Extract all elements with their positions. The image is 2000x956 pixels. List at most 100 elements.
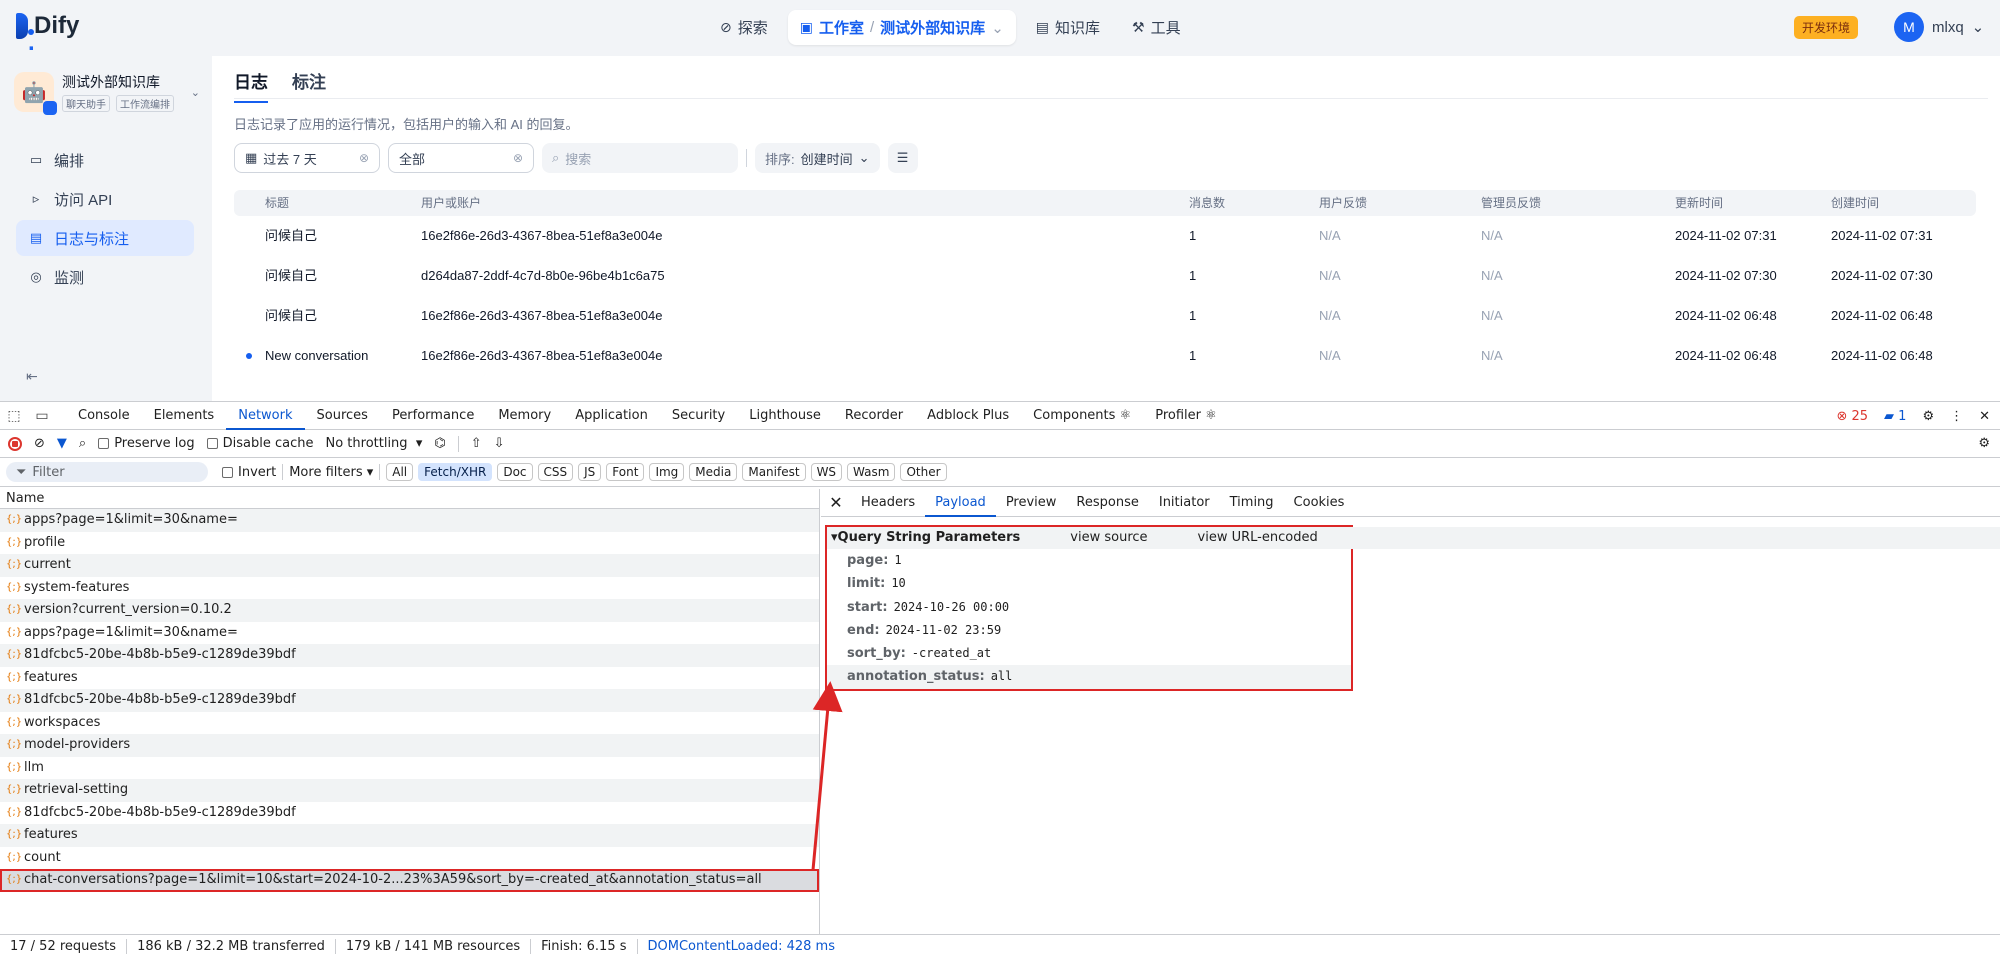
filter-funnel-icon[interactable]: ▼ [57, 436, 67, 451]
period-select[interactable]: ▦ 过去 7 天 ⊗ [234, 143, 380, 173]
detail-tab-timing[interactable]: Timing [1220, 489, 1284, 517]
request-row[interactable]: {;} apps?page=1&limit=30&name= [0, 509, 819, 532]
nav-explore[interactable]: ⊘ 探索 [708, 10, 780, 45]
network-settings-gear-icon[interactable]: ⚙ [1978, 436, 1990, 451]
tab-recorder[interactable]: Recorder [833, 402, 915, 430]
current-app-selector[interactable]: 测试外部知识库 [880, 17, 985, 38]
name-column-header[interactable]: Name [0, 489, 819, 509]
close-detail-icon[interactable]: ✕ [821, 493, 851, 512]
preserve-log-checkbox[interactable]: Preserve log [98, 436, 195, 451]
message-count[interactable]: ▰ 1 [1884, 409, 1906, 424]
request-row[interactable]: {;} count [0, 847, 819, 870]
filter-chip-other[interactable]: Other [900, 463, 947, 481]
table-row[interactable]: 问候自己 16e2f86e-26d3-4367-8bea-51ef8a3e004e… [234, 296, 1976, 336]
tab-lighthouse[interactable]: Lighthouse [737, 402, 833, 430]
close-icon[interactable]: ✕ [1979, 409, 1990, 424]
sidebar-item-api[interactable]: ▹ 访问 API [16, 181, 194, 217]
nav-studio[interactable]: ▣ 工作室 / 测试外部知识库 ⌄ [787, 10, 1016, 45]
tab-network[interactable]: Network [226, 402, 305, 430]
table-row[interactable]: 问候自己 d264da87-2ddf-4c7d-8b0e-96be4b1c6a75… [234, 256, 1976, 296]
tab-components[interactable]: Components ⚛ [1021, 402, 1143, 430]
request-row[interactable]: {;} 81dfcbc5-20be-4b8b-b5e9-c1289de39bdf [0, 644, 819, 667]
import-har-icon[interactable]: ⇧ [471, 436, 482, 451]
clear-icon[interactable]: ⊗ [513, 151, 523, 165]
more-filters-dropdown[interactable]: More filters ▾ [289, 465, 373, 480]
request-row[interactable]: {;} workspaces [0, 712, 819, 735]
sidebar-item-monitor[interactable]: ◎ 监测 [16, 259, 194, 295]
nav-tools[interactable]: ⚒ 工具 [1120, 10, 1193, 45]
filter-chip-fetch-xhr[interactable]: Fetch/XHR [418, 463, 493, 481]
request-row[interactable]: {;} 81dfcbc5-20be-4b8b-b5e9-c1289de39bdf [0, 689, 819, 712]
app-selector[interactable]: 🤖 测试外部知识库 聊天助手 工作流编排 ⌄ [14, 68, 200, 116]
tab-memory[interactable]: Memory [486, 402, 563, 430]
request-row[interactable]: {;} version?current_version=0.10.2 [0, 599, 819, 622]
filter-chip-img[interactable]: Img [649, 463, 685, 481]
device-toolbar-icon[interactable]: ▭ [28, 408, 56, 424]
throttling-select[interactable]: No throttling ▾ [325, 436, 422, 451]
export-har-icon[interactable]: ⇩ [494, 436, 505, 451]
detail-tab-response[interactable]: Response [1066, 489, 1148, 517]
sort-order-button[interactable]: ☰ [887, 143, 918, 173]
view-source-link[interactable]: view source [1070, 527, 1147, 549]
sort-select[interactable]: 排序: 创建时间 ⌄ [755, 143, 880, 173]
request-row[interactable]: {;} system-features [0, 577, 819, 600]
more-vertical-icon[interactable]: ⋮ [1950, 409, 1963, 424]
tab-elements[interactable]: Elements [142, 402, 227, 430]
tab-profiler[interactable]: Profiler ⚛ [1143, 402, 1229, 430]
disable-cache-checkbox[interactable]: Disable cache [206, 436, 313, 451]
sidebar-item-orchestrate[interactable]: ▭ 编排 [16, 142, 194, 178]
record-stop-button[interactable] [8, 436, 22, 451]
invert-checkbox[interactable]: Invert [222, 465, 276, 480]
error-count[interactable]: ⊗ 25 [1836, 409, 1868, 424]
request-row[interactable]: {;} 81dfcbc5-20be-4b8b-b5e9-c1289de39bdf [0, 802, 819, 825]
tab-security[interactable]: Security [660, 402, 737, 430]
dify-logo[interactable]: Dify. [16, 12, 79, 56]
request-row[interactable]: {;} profile [0, 532, 819, 555]
inspect-element-icon[interactable]: ⬚ [0, 408, 28, 424]
tab-adblock-plus[interactable]: Adblock Plus [915, 402, 1021, 430]
search-input[interactable]: ⌕ 搜索 [542, 143, 738, 173]
filter-chip-js[interactable]: JS [578, 463, 602, 481]
request-row[interactable]: {;} model-providers [0, 734, 819, 757]
detail-tab-payload[interactable]: Payload [925, 489, 996, 517]
network-conditions-icon[interactable]: ⌬ [434, 436, 445, 451]
detail-tab-preview[interactable]: Preview [996, 489, 1067, 517]
filter-chip-doc[interactable]: Doc [497, 463, 533, 481]
clear-icon[interactable]: ⊗ [359, 151, 369, 165]
table-row[interactable]: New conversation 16e2f86e-26d3-4367-8bea-… [234, 336, 1976, 376]
settings-gear-icon[interactable]: ⚙ [1922, 409, 1934, 424]
request-row[interactable]: {;} chat-conversations?page=1&limit=10&st… [0, 869, 819, 892]
detail-tab-headers[interactable]: Headers [851, 489, 925, 517]
cell-user-fb: N/A [1319, 268, 1341, 283]
sidebar-item-logs[interactable]: ▤ 日志与标注 [16, 220, 194, 256]
request-row[interactable]: {;} retrieval-setting [0, 779, 819, 802]
query-params-header[interactable]: ▾Query String Parameters view source vie… [827, 527, 2000, 549]
filter-chip-font[interactable]: Font [606, 463, 645, 481]
tab-sources[interactable]: Sources [305, 402, 380, 430]
detail-tab-initiator[interactable]: Initiator [1149, 489, 1220, 517]
filter-chip-all[interactable]: All [386, 463, 414, 481]
user-menu[interactable]: M mlxq ⌄ [1894, 12, 1984, 42]
search-icon[interactable]: ⌕ [79, 436, 86, 451]
tab-console[interactable]: Console [66, 402, 142, 430]
filter-chip-ws[interactable]: WS [810, 463, 843, 481]
filter-chip-wasm[interactable]: Wasm [847, 463, 896, 481]
request-row[interactable]: {;} features [0, 667, 819, 690]
tab-application[interactable]: Application [563, 402, 660, 430]
request-row[interactable]: {;} current [0, 554, 819, 577]
filter-chip-manifest[interactable]: Manifest [742, 463, 806, 481]
filter-input[interactable]: ⏷ Filter [6, 462, 208, 482]
status-select[interactable]: 全部 ⊗ [388, 143, 534, 173]
table-row[interactable]: 问候自己 16e2f86e-26d3-4367-8bea-51ef8a3e004e… [234, 216, 1976, 256]
filter-chip-media[interactable]: Media [689, 463, 738, 481]
nav-knowledge[interactable]: ▤ 知识库 [1024, 10, 1112, 45]
clear-icon[interactable]: ⊘ [34, 436, 45, 451]
tab-performance[interactable]: Performance [380, 402, 486, 430]
view-url-encoded-link[interactable]: view URL-encoded [1198, 527, 1318, 549]
collapse-sidebar-icon[interactable]: ⇤ [26, 368, 38, 385]
request-row[interactable]: {;} apps?page=1&limit=30&name= [0, 622, 819, 645]
detail-tab-cookies[interactable]: Cookies [1284, 489, 1355, 517]
filter-chip-css[interactable]: CSS [537, 463, 574, 481]
request-row[interactable]: {;} llm [0, 757, 819, 780]
request-row[interactable]: {;} features [0, 824, 819, 847]
